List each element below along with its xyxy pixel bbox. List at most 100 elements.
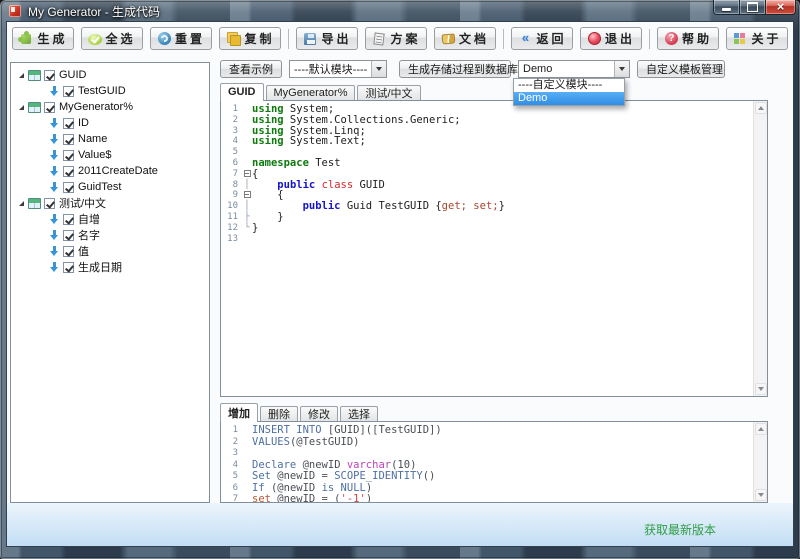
code-editor[interactable]: 1using System;2using System.Collections.…	[220, 100, 768, 397]
help-button[interactable]: 帮助	[657, 27, 719, 50]
tree-item[interactable]: MyGenerator%	[11, 99, 209, 115]
expander-icon[interactable]	[19, 73, 24, 78]
tree-item[interactable]: 名字	[11, 227, 209, 243]
tab-insert[interactable]: 增加	[220, 403, 258, 422]
tree-item-label: 测试/中文	[59, 195, 106, 211]
tree-checkbox[interactable]	[63, 182, 74, 193]
tree-item[interactable]: ID	[11, 115, 209, 131]
chevron-down-icon[interactable]	[371, 61, 386, 77]
tree-checkbox[interactable]	[63, 166, 74, 177]
scroll-up-icon[interactable]	[755, 102, 767, 114]
sql-code-area[interactable]: 1INSERT INTO [GUID]([TestGUID])2VALUES(@…	[221, 422, 753, 502]
tree-item[interactable]: GuidTest	[11, 179, 209, 195]
code-editor-scrollbar[interactable]	[753, 101, 767, 396]
code-text: VALUES(@TestGUID)	[252, 437, 359, 449]
generate-stored-procedure-label: 生成存储过程到数据库	[408, 61, 518, 77]
line-number: 5	[225, 147, 242, 158]
code-line: 10│ public Guid TestGUID {get; set;}	[225, 201, 753, 212]
tree-checkbox[interactable]	[63, 150, 74, 161]
tree-item-label: TestGUID	[78, 85, 126, 97]
select-all-button[interactable]: 全选	[81, 27, 143, 50]
tree-item[interactable]: TestGUID	[11, 83, 209, 99]
tree-item[interactable]: GUID	[11, 67, 209, 83]
tree-item-label: ID	[78, 117, 89, 129]
code-line: 6 namespace Test	[225, 158, 753, 169]
tab-select[interactable]: 选择	[340, 406, 378, 421]
tree-item[interactable]: 2011CreateDate	[11, 163, 209, 179]
tab-update[interactable]: 修改	[300, 406, 338, 421]
expander-icon[interactable]	[19, 201, 24, 206]
about-button[interactable]: 关于	[726, 27, 788, 50]
tree-item[interactable]: 生成日期	[11, 259, 209, 275]
default-module-combo[interactable]: ----默认模块----	[289, 60, 387, 78]
fold-collapse-icon[interactable]: −	[244, 170, 251, 177]
manage-templates-label: 自定义模板管理	[646, 61, 723, 77]
tree-item[interactable]: Value$	[11, 147, 209, 163]
tree-checkbox[interactable]	[44, 102, 55, 113]
dropdown-item[interactable]: ----自定义模块----	[514, 79, 624, 92]
view-example-button[interactable]: 查看示例	[220, 60, 282, 78]
column-arrow-icon	[49, 165, 60, 177]
app-icon	[9, 5, 21, 17]
line-number: 1	[225, 425, 242, 437]
sql-editor-scrollbar[interactable]	[753, 422, 767, 502]
fold-guide: │	[242, 180, 252, 191]
tree-checkbox[interactable]	[63, 118, 74, 129]
dropdown-item[interactable]: Demo	[514, 92, 624, 105]
tree-checkbox[interactable]	[44, 198, 55, 209]
tree-checkbox[interactable]	[63, 214, 74, 225]
code-text: namespace Test	[252, 158, 341, 169]
tree-item[interactable]: 值	[11, 243, 209, 259]
tree-checkbox[interactable]	[63, 86, 74, 97]
scheme-button[interactable]: 方案	[365, 27, 427, 50]
table-icon	[28, 198, 41, 209]
sql-tabstrip: 增加 删除 修改 选择	[220, 403, 380, 421]
document-button[interactable]: 文档	[434, 27, 496, 50]
tree-checkbox[interactable]	[63, 230, 74, 241]
tree-checkbox[interactable]	[63, 262, 74, 273]
column-arrow-icon	[49, 149, 60, 161]
generate-button[interactable]: 生成	[12, 27, 74, 50]
maximize-button[interactable]	[740, 0, 765, 15]
back-button[interactable]: 返回	[511, 27, 573, 50]
custom-module-combo[interactable]: Demo	[518, 60, 630, 78]
tree-checkbox[interactable]	[63, 134, 74, 145]
fold-collapse-icon[interactable]: −	[244, 191, 251, 198]
scroll-down-icon[interactable]	[755, 489, 767, 501]
toolbar-separator	[649, 29, 650, 49]
reset-button[interactable]: 重置	[150, 27, 212, 50]
scroll-down-icon[interactable]	[755, 383, 767, 395]
expander-icon[interactable]	[19, 105, 24, 110]
exit-button[interactable]: 退出	[580, 27, 642, 50]
copy-button[interactable]: 复制	[219, 27, 281, 50]
generate-button-label: 生成	[37, 30, 67, 47]
tab-test-chinese[interactable]: 测试/中文	[357, 85, 420, 100]
scroll-up-icon[interactable]	[755, 423, 767, 435]
reset-button-label: 重置	[175, 30, 205, 47]
column-arrow-icon	[49, 181, 60, 193]
tree-checkbox[interactable]	[63, 246, 74, 257]
close-button[interactable]	[765, 0, 796, 15]
export-button[interactable]: 导出	[296, 27, 358, 50]
line-number: 4	[225, 136, 242, 147]
tree-item[interactable]: 测试/中文	[11, 195, 209, 211]
tree-item[interactable]: 自增	[11, 211, 209, 227]
generate-stored-procedure-button[interactable]: 生成存储过程到数据库	[399, 60, 511, 78]
tab-delete[interactable]: 删除	[260, 406, 298, 421]
fold-guide: ├	[242, 212, 252, 223]
minimize-button[interactable]	[713, 0, 740, 15]
tab-guid[interactable]: GUID	[220, 83, 264, 101]
manage-templates-button[interactable]: 自定义模板管理	[637, 60, 725, 78]
chevron-down-icon[interactable]	[614, 61, 629, 77]
code-area[interactable]: 1using System;2using System.Collections.…	[221, 101, 753, 396]
line-number: 6	[225, 158, 242, 169]
tree-panel[interactable]: GUID TestGUID MyGenerator% ID NameValue$2011…	[10, 62, 210, 503]
view-example-label: 查看示例	[229, 61, 273, 77]
update-link[interactable]: 获取最新版本	[644, 521, 716, 538]
tree-item[interactable]: Name	[11, 131, 209, 147]
line-number: 9	[225, 190, 242, 201]
tab-mygenerator[interactable]: MyGenerator%	[266, 85, 356, 100]
sql-editor[interactable]: 1INSERT INTO [GUID]([TestGUID])2VALUES(@…	[220, 421, 768, 503]
code-line: 4using System.Text;	[225, 136, 753, 147]
tree-checkbox[interactable]	[44, 70, 55, 81]
